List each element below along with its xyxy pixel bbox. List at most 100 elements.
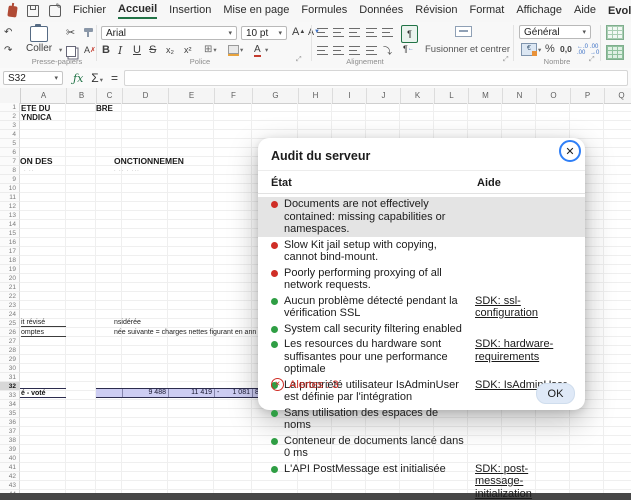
decrease-indent-icon[interactable] bbox=[366, 28, 377, 37]
sdk-help-link[interactable]: SDK: post-message-initialization bbox=[475, 463, 573, 501]
row-header-35[interactable]: 35 bbox=[0, 409, 20, 418]
row-header-43[interactable]: 43 bbox=[0, 481, 20, 490]
share-icon[interactable] bbox=[49, 5, 61, 17]
row-header-38[interactable]: 38 bbox=[0, 436, 20, 445]
paste-button[interactable]: Coller bbox=[26, 43, 52, 54]
row-header-6[interactable]: 6 bbox=[0, 148, 20, 157]
row-header-11[interactable]: 11 bbox=[0, 193, 20, 202]
increase-indent-icon[interactable] bbox=[382, 28, 393, 37]
paste-caret-icon[interactable]: ▾ bbox=[59, 46, 62, 54]
row-header-26[interactable]: 26 bbox=[0, 328, 20, 337]
row-header-30[interactable]: 30 bbox=[0, 364, 20, 373]
column-header-C[interactable]: C bbox=[97, 88, 123, 103]
row-header-41[interactable]: 41 bbox=[0, 463, 20, 472]
row-header-29[interactable]: 29 bbox=[0, 355, 20, 364]
menu-item-accueil[interactable]: Accueil bbox=[118, 3, 157, 19]
row-header-42[interactable]: 42 bbox=[0, 472, 20, 481]
redo-icon[interactable]: ↷ bbox=[4, 45, 12, 56]
align-right-icon[interactable] bbox=[349, 46, 360, 55]
row-header-1[interactable]: 1 bbox=[0, 103, 20, 112]
sdk-help-link[interactable]: SDK: ssl-configuration bbox=[475, 295, 573, 320]
audit-item[interactable]: Poorly performing proxying of all networ… bbox=[258, 266, 585, 293]
row-header-3[interactable]: 3 bbox=[0, 121, 20, 130]
audit-item[interactable]: Sans utilisation des espaces de noms bbox=[258, 406, 585, 433]
audit-item[interactable]: Les resources du hardware sont suffisant… bbox=[258, 337, 585, 377]
cell-a23[interactable]: é - voté bbox=[20, 388, 66, 398]
font-name-select[interactable]: Arial▾ bbox=[101, 26, 237, 40]
align-center-icon[interactable] bbox=[333, 46, 344, 55]
justify-icon[interactable] bbox=[366, 46, 377, 55]
row-header-16[interactable]: 16 bbox=[0, 238, 20, 247]
column-header-A[interactable]: A bbox=[21, 88, 67, 103]
row-header-20[interactable]: 20 bbox=[0, 274, 20, 283]
merge-icon[interactable] bbox=[455, 26, 472, 37]
align-left-icon[interactable] bbox=[317, 46, 328, 55]
audit-item[interactable]: Slow Kit jail setup with copying, cannot… bbox=[258, 238, 585, 265]
align-middle-icon[interactable] bbox=[333, 28, 344, 37]
orientation-icon[interactable]: ⤵ bbox=[383, 44, 392, 57]
row-header-23[interactable]: 23 bbox=[0, 301, 20, 310]
cell-a25[interactable]: it révisé bbox=[21, 319, 66, 327]
cell-c25[interactable]: nsidérée bbox=[114, 319, 141, 326]
row-header-27[interactable]: 27 bbox=[0, 337, 20, 346]
row-header-13[interactable]: 13 bbox=[0, 211, 20, 220]
menu-item-format[interactable]: Format bbox=[469, 4, 504, 18]
row-header-22[interactable]: 22 bbox=[0, 292, 20, 301]
menu-item-insertion[interactable]: Insertion bbox=[169, 4, 211, 18]
column-header-E[interactable]: E bbox=[169, 88, 215, 103]
cell-c8[interactable]: · ·· · ··· bbox=[114, 168, 140, 174]
cell-d23[interactable]: 9 488 bbox=[122, 389, 168, 397]
row-header-12[interactable]: 12 bbox=[0, 202, 20, 211]
font-color-caret-icon[interactable]: ▾ bbox=[265, 46, 268, 54]
menu-item-révision[interactable]: Révision bbox=[415, 4, 457, 18]
menu-item-données[interactable]: Données bbox=[359, 4, 403, 18]
borders-icon[interactable]: ⊞▾ bbox=[204, 44, 217, 55]
audit-item[interactable]: Conteneur de documents lancé dans 0 ms bbox=[258, 434, 585, 461]
audit-item[interactable]: Aucun problème détecté pendant la vérifi… bbox=[258, 294, 585, 321]
paste-icon[interactable] bbox=[30, 26, 48, 42]
row-header-28[interactable]: 28 bbox=[0, 346, 20, 355]
merge-center-button[interactable]: Fusionner et centrer bbox=[425, 44, 510, 55]
column-header-L[interactable]: L bbox=[435, 88, 469, 103]
column-header-B[interactable]: B bbox=[67, 88, 97, 103]
column-header-I[interactable]: I bbox=[333, 88, 367, 103]
cut-icon[interactable]: ✂ bbox=[66, 26, 75, 39]
row-header-15[interactable]: 15 bbox=[0, 229, 20, 238]
subscript-button[interactable]: x₂ bbox=[166, 45, 174, 55]
column-header-O[interactable]: O bbox=[537, 88, 571, 103]
format-painter-icon[interactable] bbox=[84, 28, 93, 32]
audit-item[interactable]: Documents are not effectively contained:… bbox=[258, 197, 585, 237]
paragraph-direction-icon[interactable]: ¶← bbox=[403, 44, 414, 54]
row-header-37[interactable]: 37 bbox=[0, 427, 20, 436]
underline-button[interactable]: U bbox=[133, 44, 141, 56]
column-header-F[interactable]: F bbox=[215, 88, 253, 103]
row-header-32[interactable]: 32 bbox=[0, 382, 20, 391]
sdk-help-link[interactable]: SDK: hardware-requirements bbox=[475, 338, 573, 363]
column-header-J[interactable]: J bbox=[367, 88, 401, 103]
increase-decimal-icon[interactable]: ←.0.00 bbox=[577, 44, 588, 56]
row-header-5[interactable]: 5 bbox=[0, 139, 20, 148]
column-header-G[interactable]: G bbox=[253, 88, 299, 103]
italic-button[interactable]: I bbox=[118, 44, 122, 57]
row-header-24[interactable]: 24 bbox=[0, 310, 20, 319]
row-header-31[interactable]: 31 bbox=[0, 373, 20, 382]
insert-function-icon[interactable]: ƒx bbox=[73, 72, 83, 85]
row-header-18[interactable]: 18 bbox=[0, 256, 20, 265]
cell-a2[interactable]: YNDICA bbox=[21, 113, 52, 122]
row-header-21[interactable]: 21 bbox=[0, 283, 20, 292]
row-header-4[interactable]: 4 bbox=[0, 130, 20, 139]
menu-item-affichage[interactable]: Affichage bbox=[516, 4, 562, 18]
column-header-H[interactable]: H bbox=[299, 88, 333, 103]
align-bottom-icon[interactable] bbox=[349, 28, 360, 37]
row-header-19[interactable]: 19 bbox=[0, 265, 20, 274]
row-header-39[interactable]: 39 bbox=[0, 445, 20, 454]
bold-button[interactable]: B bbox=[102, 44, 110, 56]
align-top-icon[interactable] bbox=[317, 28, 328, 37]
row-header-2[interactable]: 2 bbox=[0, 112, 20, 121]
fill-color-icon[interactable]: ▾ bbox=[228, 45, 243, 54]
number-dialog-launcher-icon[interactable]: ⤢ bbox=[589, 56, 595, 64]
cell-a8[interactable]: · ·· bbox=[24, 168, 34, 174]
strikethrough-button[interactable]: S bbox=[149, 44, 156, 56]
row-header-25[interactable]: 25 bbox=[0, 319, 20, 328]
column-header-K[interactable]: K bbox=[401, 88, 435, 103]
